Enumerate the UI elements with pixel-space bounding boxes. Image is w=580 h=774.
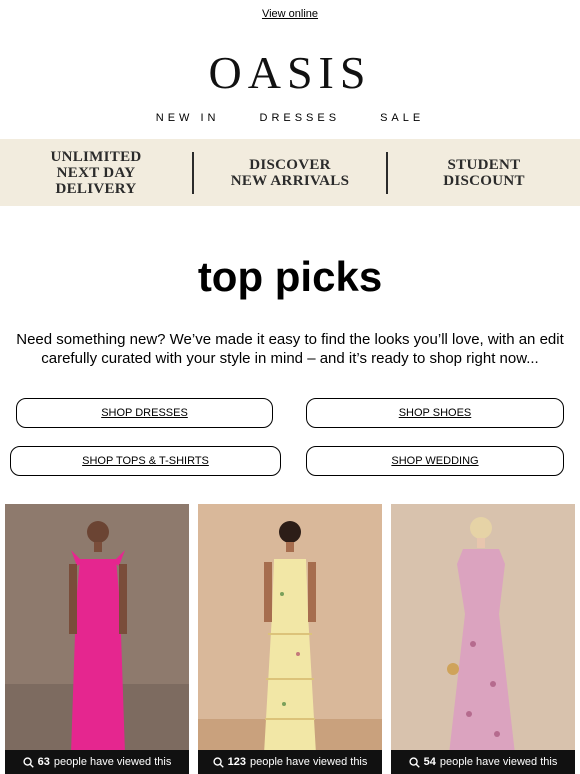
view-online-bar: View online xyxy=(0,8,580,20)
search-icon xyxy=(409,756,420,768)
view-count: 123 xyxy=(227,756,246,768)
promo-new-arrivals-label: DISCOVER NEW ARRIVALS xyxy=(230,156,350,189)
view-counter: 54 people have viewed this xyxy=(391,750,575,774)
product-image[interactable] xyxy=(391,504,575,774)
page-title: top picks xyxy=(197,253,383,300)
view-count-label: people have viewed this xyxy=(249,756,368,768)
promo-delivery[interactable]: UNLIMITED NEXT DAY DELIVERY xyxy=(0,149,192,197)
promo-new-arrivals[interactable]: DISCOVER NEW ARRIVALS xyxy=(194,157,386,189)
shop-dresses-button[interactable]: SHOP DRESSES xyxy=(16,398,273,428)
brand-logo[interactable]: OASIS xyxy=(0,48,580,98)
view-counter: 123 people have viewed this xyxy=(198,750,382,774)
promo-delivery-label: UNLIMITED NEXT DAY DELIVERY xyxy=(50,148,142,197)
search-icon xyxy=(213,756,224,768)
nav-item-sale[interactable]: SALE xyxy=(380,112,424,124)
nav-item-dresses[interactable]: DRESSES xyxy=(260,112,341,124)
promo-student[interactable]: STUDENT DISCOUNT xyxy=(388,157,580,189)
nav-item-new-in[interactable]: NEW IN xyxy=(156,112,220,124)
main-nav: NEW IN DRESSES SALE xyxy=(0,112,580,124)
product-card[interactable]: 63 people have viewed this xyxy=(5,504,189,774)
promo-banner: UNLIMITED NEXT DAY DELIVERY DISCOVER NEW… xyxy=(0,139,580,206)
view-online-link[interactable]: View online xyxy=(262,8,318,20)
view-count: 63 xyxy=(37,756,50,768)
shop-tops-button[interactable]: SHOP TOPS & T-SHIRTS xyxy=(10,446,281,476)
view-count-label: people have viewed this xyxy=(53,756,172,768)
search-icon xyxy=(23,756,34,768)
view-counter: 63 people have viewed this xyxy=(5,750,189,774)
product-card[interactable]: 123 people have viewed this xyxy=(198,504,382,774)
product-image[interactable] xyxy=(198,504,382,774)
product-image[interactable] xyxy=(5,504,189,774)
shop-shoes-button[interactable]: SHOP SHOES xyxy=(306,398,564,428)
view-count: 54 xyxy=(423,756,436,768)
shop-wedding-button[interactable]: SHOP WEDDING xyxy=(306,446,564,476)
view-count-label: people have viewed this xyxy=(439,756,558,768)
intro-text: Need something new? We’ve made it easy t… xyxy=(16,331,564,367)
product-grid: 63 people have viewed this 123 people ha… xyxy=(5,504,577,774)
product-card[interactable]: 54 people have viewed this xyxy=(391,504,575,774)
promo-student-label: STUDENT DISCOUNT xyxy=(443,156,525,189)
